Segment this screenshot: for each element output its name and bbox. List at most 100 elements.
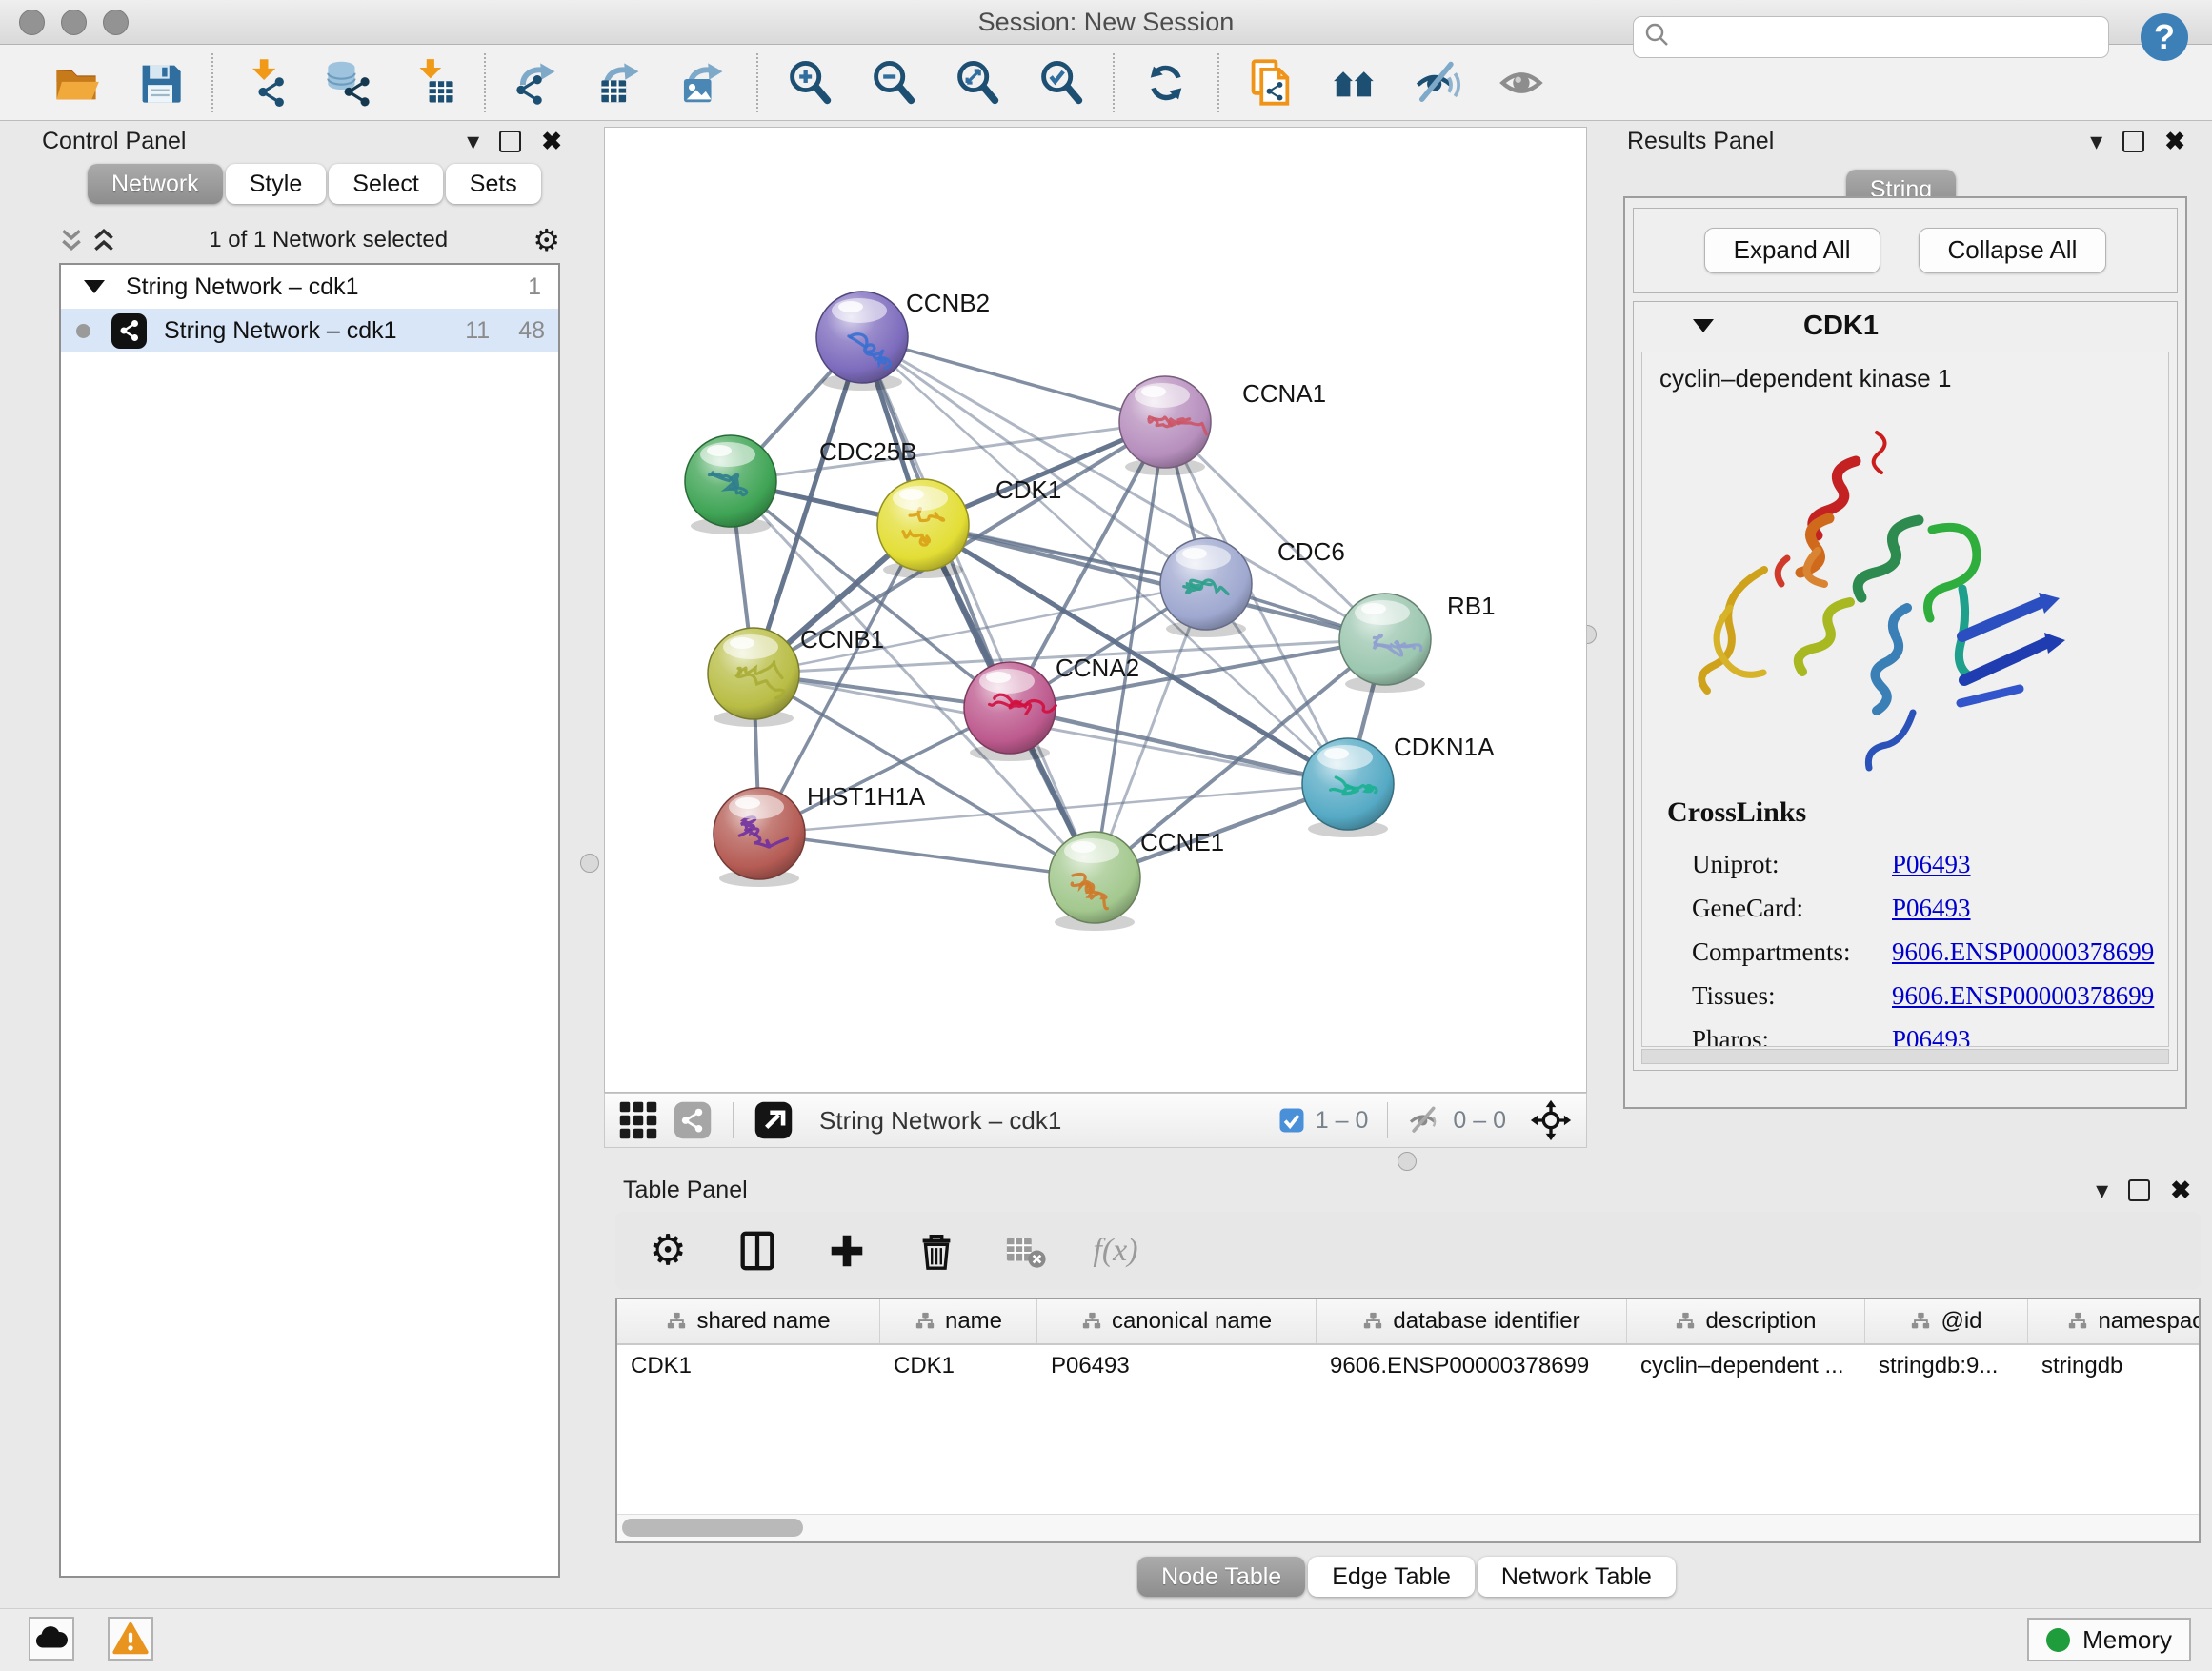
table-panel-float-icon[interactable]	[2128, 1179, 2150, 1201]
table-columns-icon[interactable]	[735, 1229, 779, 1273]
save-session-button[interactable]	[118, 49, 202, 117]
network-options-gear-icon[interactable]: ⚙	[533, 226, 560, 254]
table-delete-icon[interactable]	[915, 1229, 958, 1273]
export-network-button[interactable]	[495, 49, 579, 117]
open-in-window-icon[interactable]	[753, 1099, 794, 1141]
tab-style[interactable]: Style	[226, 164, 327, 204]
tab-edge-table[interactable]: Edge Table	[1308, 1557, 1475, 1597]
network-canvas[interactable]: CCNB2CCNA1CDC25BCDK1CDC6RB1CCNB1CCNA2CDK…	[604, 127, 1587, 1093]
import-network-button[interactable]	[223, 49, 307, 117]
network-node-ccna1[interactable]	[1119, 376, 1211, 475]
crosslink-link[interactable]: 9606.ENSP00000378699	[1892, 981, 2154, 1011]
tab-network[interactable]: Network	[88, 164, 223, 204]
cloud-button[interactable]	[29, 1617, 74, 1661]
crosslink-link[interactable]: P06493	[1892, 1025, 2154, 1048]
crosslink-link[interactable]: P06493	[1892, 894, 2154, 923]
control-panel-close-icon[interactable]: ✖	[541, 127, 562, 156]
network-node-ccnb1[interactable]	[708, 628, 799, 727]
cell-description[interactable]: cyclin–dependent ...	[1627, 1353, 1865, 1379]
cell-name[interactable]: CDK1	[880, 1353, 1037, 1379]
column-header-database-identifier[interactable]: database identifier	[1317, 1299, 1627, 1343]
open-session-button[interactable]	[34, 49, 118, 117]
table-settings-icon[interactable]: ⚙	[646, 1229, 690, 1273]
tab-sets[interactable]: Sets	[446, 164, 541, 204]
column-header-description[interactable]: description	[1627, 1299, 1865, 1343]
cell-@id[interactable]: stringdb:9...	[1865, 1353, 2028, 1379]
column-header-namespace[interactable]: namespace	[2028, 1299, 2201, 1343]
help-button[interactable]: ?	[2141, 13, 2188, 61]
warnings-button[interactable]	[108, 1617, 153, 1661]
network-edge[interactable]	[759, 834, 1095, 877]
network-node-ccne1[interactable]	[1049, 832, 1140, 931]
zoom-selected-button[interactable]	[1019, 49, 1103, 117]
export-image-button[interactable]	[663, 49, 747, 117]
column-header-@id[interactable]: @id	[1865, 1299, 2028, 1343]
import-table-button[interactable]	[391, 49, 474, 117]
network-node-rb1[interactable]	[1339, 594, 1431, 693]
hide-selected-button[interactable]	[1397, 49, 1480, 117]
table-add-icon[interactable]	[825, 1229, 869, 1273]
zoom-out-button[interactable]	[852, 49, 935, 117]
tab-node-table[interactable]: Node Table	[1137, 1557, 1305, 1597]
table-panel-close-icon[interactable]: ✖	[2170, 1176, 2191, 1205]
results-panel-collapse-icon[interactable]: ▾	[2090, 131, 2102, 151]
cell-namespace[interactable]: stringdb	[2028, 1353, 2201, 1379]
table-function-icon[interactable]: f(x)	[1094, 1229, 1137, 1273]
section-collapse-caret-icon[interactable]	[1693, 319, 1714, 332]
tab-network-table[interactable]: Network Table	[1478, 1557, 1676, 1597]
import-database-button[interactable]	[307, 49, 391, 117]
results-panel-close-icon[interactable]: ✖	[2164, 127, 2185, 156]
collection-expand-caret-icon[interactable]	[84, 280, 105, 293]
collapse-all-button[interactable]: Collapse All	[1919, 228, 2107, 273]
cell-canonical-name[interactable]: P06493	[1037, 1353, 1317, 1379]
refresh-button[interactable]	[1124, 49, 1208, 117]
string-view-badge-icon[interactable]	[672, 1099, 714, 1141]
memory-button[interactable]: Memory	[2027, 1618, 2191, 1661]
zoom-fit-button[interactable]	[935, 49, 1019, 117]
bottom-splitter-handle[interactable]	[1398, 1152, 1417, 1171]
crosslink-link[interactable]: 9606.ENSP00000378699	[1892, 937, 2154, 967]
crosslink-label: Pharos:	[1692, 1025, 1892, 1048]
cell-shared-name[interactable]: CDK1	[617, 1353, 880, 1379]
table-clear-icon[interactable]	[1004, 1229, 1048, 1273]
control-panel-float-icon[interactable]	[499, 131, 521, 152]
clipboard-network-button[interactable]	[1229, 49, 1313, 117]
zoom-in-button[interactable]	[768, 49, 852, 117]
node-table[interactable]: shared namenamecanonical namedatabase id…	[615, 1298, 2201, 1543]
network-node-ccnb2[interactable]	[816, 292, 908, 391]
control-panel-collapse-icon[interactable]: ▾	[467, 131, 479, 151]
search-box[interactable]	[1633, 16, 2109, 58]
column-header-shared-name[interactable]: shared name	[617, 1299, 880, 1343]
table-horizontal-scrollbar[interactable]	[617, 1514, 2199, 1541]
network-edge[interactable]	[1010, 708, 1348, 784]
scrollbar-thumb[interactable]	[622, 1519, 803, 1537]
network-row-selected[interactable]: String Network – cdk1 11 48	[61, 309, 558, 352]
crosslink-link[interactable]: P06493	[1892, 850, 2154, 879]
column-header-name[interactable]: name	[880, 1299, 1037, 1343]
network-node-cdk1[interactable]	[877, 479, 969, 578]
tab-select[interactable]: Select	[329, 164, 442, 204]
protein-section-header[interactable]: CDK1	[1634, 302, 2177, 350]
grid-view-icon[interactable]	[618, 1100, 658, 1140]
network-node-cdc25b[interactable]	[685, 435, 776, 534]
birds-eye-toggle-icon[interactable]	[1529, 1098, 1573, 1142]
expand-all-networks-icon[interactable]	[91, 228, 116, 252]
export-table-button[interactable]	[579, 49, 663, 117]
search-input[interactable]	[1672, 19, 2108, 55]
table-panel-collapse-icon[interactable]: ▾	[2096, 1180, 2108, 1199]
hidden-eye-icon[interactable]	[1407, 1102, 1443, 1138]
expand-all-button[interactable]: Expand All	[1704, 228, 1880, 273]
network-node-ccna2[interactable]	[964, 662, 1056, 761]
selected-checkbox-icon[interactable]	[1277, 1106, 1306, 1135]
show-all-button[interactable]	[1480, 49, 1564, 117]
collapse-all-networks-icon[interactable]	[59, 228, 84, 252]
network-collection-row[interactable]: String Network – cdk1 1	[61, 265, 558, 309]
network-node-cdkn1a[interactable]	[1302, 738, 1394, 837]
first-neighbors-button[interactable]	[1313, 49, 1397, 117]
left-splitter-handle[interactable]	[580, 854, 599, 873]
cell-database-identifier[interactable]: 9606.ENSP00000378699	[1317, 1353, 1627, 1379]
network-node-hist1h1a[interactable]	[714, 788, 805, 887]
table-row[interactable]: CDK1CDK1P064939606.ENSP00000378699cyclin…	[617, 1345, 2199, 1387]
results-panel-float-icon[interactable]	[2122, 131, 2144, 152]
column-header-canonical-name[interactable]: canonical name	[1037, 1299, 1317, 1343]
